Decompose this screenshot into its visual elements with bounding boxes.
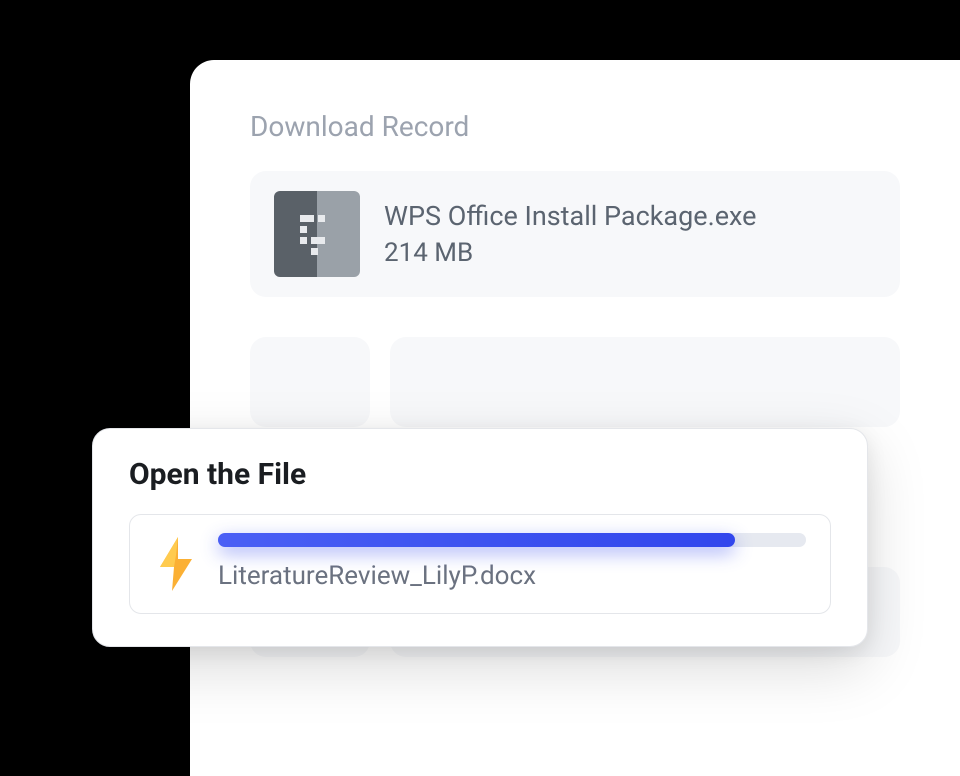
exe-file-icon bbox=[274, 191, 360, 277]
progress-bar-fill bbox=[218, 533, 735, 547]
download-item[interactable]: WPS Office Install Package.exe 214 MB bbox=[250, 171, 900, 297]
panel-title: Download Record bbox=[250, 110, 900, 143]
progress-bar bbox=[218, 533, 806, 547]
placeholder-item bbox=[250, 337, 370, 427]
placeholder-item bbox=[390, 337, 900, 427]
placeholder-row-1 bbox=[250, 337, 900, 427]
file-content: LiteratureReview_LilyP.docx bbox=[218, 533, 806, 591]
file-row[interactable]: LiteratureReview_LilyP.docx bbox=[129, 514, 831, 614]
lightning-icon bbox=[154, 535, 198, 593]
open-file-card: Open the File LiteratureReview_LilyP.doc… bbox=[92, 428, 868, 647]
download-size: 214 MB bbox=[384, 238, 756, 268]
open-file-title: Open the File bbox=[129, 457, 831, 492]
download-record-panel: Download Record WPS Office Install Packa… bbox=[190, 60, 960, 776]
download-info: WPS Office Install Package.exe 214 MB bbox=[384, 200, 756, 268]
open-file-filename: LiteratureReview_LilyP.docx bbox=[218, 561, 806, 591]
download-filename: WPS Office Install Package.exe bbox=[384, 200, 756, 232]
